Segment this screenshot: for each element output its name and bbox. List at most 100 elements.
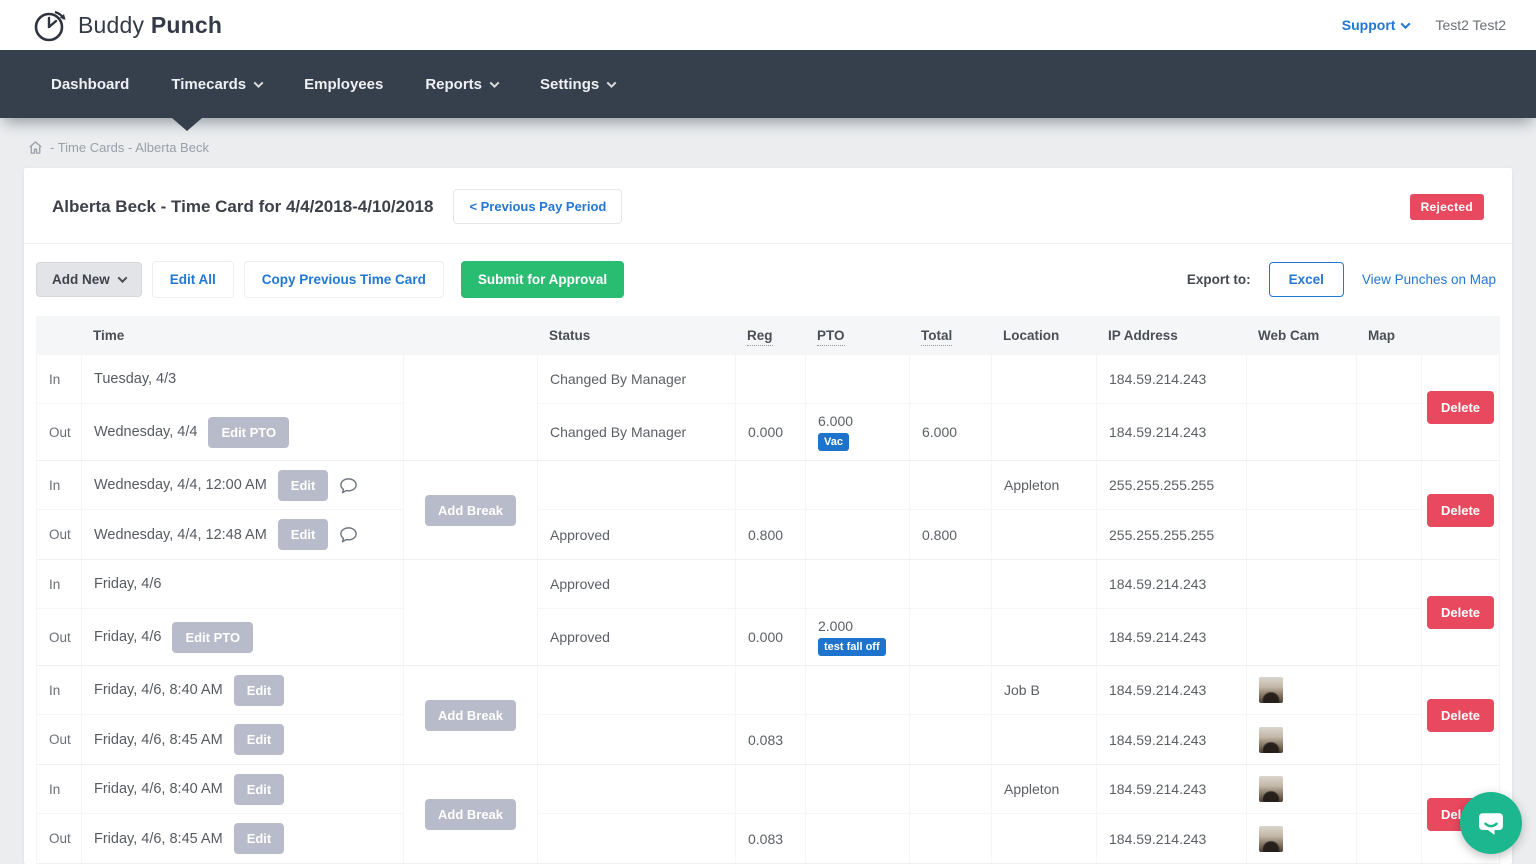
delete-button[interactable]: Delete (1427, 699, 1494, 732)
inout-cell: Out (37, 814, 82, 863)
user-menu[interactable]: Test2 Test2 (1435, 17, 1506, 33)
add-break-button[interactable]: Add Break (425, 700, 516, 731)
break-cell: Add Break (404, 666, 538, 764)
edit-punch-button[interactable]: Edit (234, 675, 285, 706)
toolbar: Add New Edit All Copy Previous Time Card… (24, 244, 1512, 312)
nav-item-dashboard[interactable]: Dashboard (30, 50, 150, 118)
submit-for-approval-button[interactable]: Submit for Approval (461, 261, 624, 298)
nav-item-label: Timecards (171, 76, 246, 93)
reg-value-cell (736, 765, 806, 814)
time-cell: Tuesday, 4/3 (82, 355, 404, 404)
edit-punch-button[interactable]: Edit (234, 774, 285, 805)
break-cell (404, 560, 538, 665)
time-cell: Friday, 4/6, 8:45 AM Edit (82, 814, 404, 863)
chat-launcher-button[interactable] (1460, 792, 1522, 854)
delete-cell: Delete (1422, 461, 1500, 559)
edit-punch-button[interactable]: Edit (234, 724, 285, 755)
comment-icon[interactable] (339, 525, 358, 544)
nav-item-employees[interactable]: Employees (283, 50, 404, 118)
ip-address-cell: 184.59.214.243 (1097, 560, 1247, 609)
top-utility-bar: Buddy Punch Support Test2 Test2 (0, 0, 1536, 50)
row-direction-label: In (49, 372, 60, 387)
delete-button[interactable]: Delete (1427, 391, 1494, 424)
reg-value-cell (736, 666, 806, 715)
webcam-cell (1247, 609, 1357, 665)
time-cell: Friday, 4/6, 8:40 AM Edit (82, 666, 404, 715)
punch-time-label: Wednesday, 4/4 (94, 424, 197, 440)
edit-all-button[interactable]: Edit All (152, 261, 234, 298)
ip-address-cell: 184.59.214.243 (1097, 404, 1247, 460)
timecard-row-pair: InWednesday, 4/4, 12:00 AMEditAppleton25… (36, 461, 1500, 560)
column-header-total[interactable]: Total (921, 328, 952, 346)
total-value-cell (910, 814, 992, 863)
inout-cell: Out (37, 609, 82, 665)
clock-logo-icon (30, 5, 70, 45)
nav-item-reports[interactable]: Reports (404, 50, 519, 118)
column-header-reg[interactable]: Reg (747, 328, 773, 346)
webcam-thumbnail[interactable] (1259, 826, 1283, 852)
reg-value-cell: 0.000 (736, 609, 806, 665)
break-cell: Add Break (404, 765, 538, 863)
copy-previous-timecard-button[interactable]: Copy Previous Time Card (244, 261, 444, 298)
time-cell: Friday, 4/6, 8:40 AMEdit (82, 765, 404, 814)
brand-logo[interactable]: Buddy Punch (30, 5, 222, 45)
pto-hours-label: 6.000 (818, 413, 853, 429)
chevron-down-icon (607, 78, 617, 88)
total-value-cell (910, 461, 992, 510)
view-punches-on-map-link[interactable]: View Punches on Map (1362, 272, 1496, 287)
total-value-cell (910, 609, 992, 665)
webcam-cell (1247, 510, 1357, 559)
webcam-thumbnail[interactable] (1259, 727, 1283, 753)
support-menu[interactable]: Support (1342, 17, 1410, 33)
webcam-cell (1247, 666, 1357, 715)
home-icon[interactable] (28, 140, 43, 155)
pto-value-cell: 2.000test fall off (806, 609, 910, 665)
punch-time-label: Tuesday, 4/3 (94, 371, 176, 387)
status-cell: Changed By Manager (538, 355, 736, 404)
webcam-thumbnail[interactable] (1259, 776, 1283, 802)
pto-type-badge: Vac (818, 433, 849, 451)
add-break-button[interactable]: Add Break (425, 799, 516, 830)
map-cell (1357, 510, 1422, 559)
punch-time-label: Friday, 4/6 (94, 576, 161, 592)
pto-value-cell (806, 814, 910, 863)
webcam-thumbnail[interactable] (1259, 677, 1283, 703)
edit-pto-button[interactable]: Edit PTO (208, 417, 289, 448)
export-excel-button[interactable]: Excel (1269, 262, 1344, 297)
map-cell (1357, 404, 1422, 460)
nav-item-label: Dashboard (51, 76, 129, 93)
comment-icon[interactable] (339, 476, 358, 495)
punch-time-label: Friday, 4/6 (94, 629, 161, 645)
column-header-map: Map (1356, 316, 1421, 355)
total-value-cell: 6.000 (910, 404, 992, 460)
nav-item-label: Employees (304, 76, 383, 93)
add-new-button[interactable]: Add New (36, 262, 142, 297)
row-direction-label: Out (49, 630, 71, 645)
reg-value-cell: 0.800 (736, 510, 806, 559)
location-cell (992, 560, 1097, 609)
time-cell: Friday, 4/6 Edit PTO (82, 609, 404, 665)
previous-pay-period-button[interactable]: < Previous Pay Period (453, 189, 622, 224)
edit-pto-button[interactable]: Edit PTO (172, 622, 253, 653)
webcam-cell (1247, 814, 1357, 863)
map-cell (1357, 715, 1422, 764)
status-badge: Rejected (1410, 194, 1484, 220)
webcam-cell (1247, 355, 1357, 404)
reg-value-cell: 0.083 (736, 814, 806, 863)
header-spacer (36, 316, 81, 355)
delete-button[interactable]: Delete (1427, 494, 1494, 527)
nav-item-settings[interactable]: Settings (519, 50, 636, 118)
delete-button[interactable]: Delete (1427, 596, 1494, 629)
edit-punch-button[interactable]: Edit (278, 519, 329, 550)
edit-punch-button[interactable]: Edit (278, 470, 329, 501)
row-direction-label: Out (49, 527, 71, 542)
punch-time-label: Friday, 4/6, 8:45 AM (94, 831, 223, 847)
column-header-pto[interactable]: PTO (817, 328, 845, 346)
nav-item-timecards[interactable]: Timecards (150, 50, 283, 118)
column-header-status: Status (537, 316, 735, 355)
active-tab-notch (172, 118, 202, 131)
add-break-button[interactable]: Add Break (425, 495, 516, 526)
punch-time-label: Friday, 4/6, 8:40 AM (94, 682, 223, 698)
edit-punch-button[interactable]: Edit (234, 823, 285, 854)
pto-value-cell (806, 355, 910, 404)
